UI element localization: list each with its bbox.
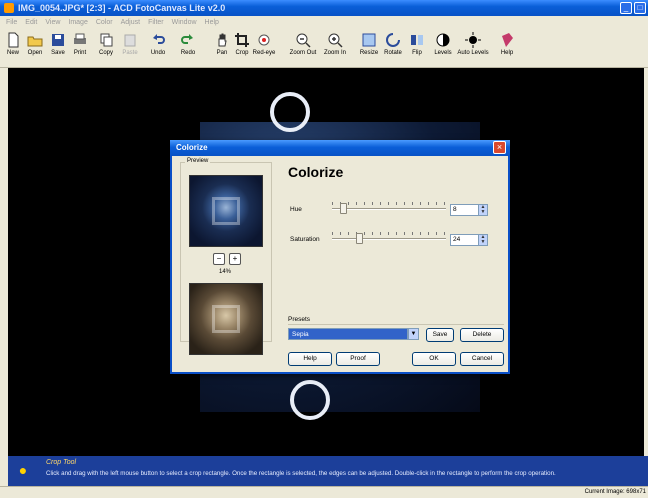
presets-label: Presets — [288, 316, 311, 323]
colorize-dialog: Colorize × Preview − + 14% Colorize Hue … — [170, 140, 510, 374]
resize-button[interactable]: Resize — [358, 32, 380, 56]
redo-button[interactable]: Redo — [178, 32, 198, 56]
hue-spinbox[interactable]: 8 ▲ ▼ — [450, 204, 488, 216]
photo-ring — [270, 92, 310, 132]
hue-value: 8 — [453, 206, 457, 213]
cancel-button[interactable]: Cancel — [460, 352, 504, 366]
levels-icon — [436, 33, 450, 47]
help-toolbar-button[interactable]: Help — [498, 32, 516, 56]
copy-button[interactable]: Copy — [96, 32, 116, 56]
hand-icon — [218, 33, 227, 47]
zoom-out-preview-icon[interactable]: − — [213, 253, 225, 265]
preview-result — [189, 283, 263, 355]
title-bar: IMG_0054.JPG* [2:3] - ACD FotoCanvas Lit… — [0, 0, 648, 16]
rotate-icon — [386, 33, 400, 47]
preview-label: Preview — [185, 158, 211, 164]
hue-slider[interactable] — [332, 202, 446, 216]
tool-hint-bar: ● Crop Tool Click and drag with the left… — [8, 456, 648, 486]
preview-original — [189, 175, 263, 247]
menu-color[interactable]: Color — [96, 19, 113, 26]
saturation-slider[interactable] — [332, 232, 446, 246]
print-button[interactable]: Print — [70, 32, 90, 56]
rotate-button[interactable]: Rotate — [382, 32, 404, 56]
paste-button[interactable]: Paste — [120, 32, 140, 56]
saturation-spinbox[interactable]: 24 ▲ ▼ — [450, 234, 488, 246]
zoom-out-icon — [296, 33, 311, 48]
floppy-disk-icon — [52, 34, 64, 46]
zoom-in-button[interactable]: Zoom In — [322, 32, 348, 56]
zoom-in-icon — [328, 33, 343, 48]
menu-file[interactable]: File — [6, 19, 17, 26]
menu-adjust[interactable]: Adjust — [121, 19, 140, 26]
spin-arrows-icon[interactable]: ▲ ▼ — [478, 205, 487, 215]
printer-icon — [74, 33, 86, 44]
paste-icon — [124, 34, 136, 47]
menu-edit[interactable]: Edit — [25, 19, 37, 26]
preview-group: Preview − + 14% — [180, 158, 272, 355]
crop-button[interactable]: Crop — [234, 32, 250, 56]
auto-levels-button[interactable]: Auto Levels — [456, 32, 490, 56]
new-file-icon — [8, 32, 19, 48]
red-eye-button[interactable]: Red-eye — [252, 32, 276, 56]
dialog-heading: Colorize — [288, 164, 344, 180]
presets-divider — [288, 324, 504, 325]
menu-filter[interactable]: Filter — [148, 19, 164, 26]
help-button[interactable]: Help — [288, 352, 332, 366]
saturation-label: Saturation — [290, 236, 320, 243]
delete-preset-button[interactable]: Delete — [460, 328, 504, 342]
menu-image[interactable]: Image — [68, 19, 87, 26]
menu-view[interactable]: View — [45, 19, 60, 26]
proof-button[interactable]: Proof — [336, 352, 380, 366]
hue-label: Hue — [290, 206, 302, 213]
open-folder-icon — [27, 36, 43, 47]
zoom-out-button[interactable]: Zoom Out — [288, 32, 318, 56]
status-bar: Current Image: 698x71 — [0, 486, 648, 498]
maximize-button[interactable]: □ — [634, 2, 646, 14]
spin-arrows-icon[interactable]: ▲ ▼ — [478, 235, 487, 245]
close-icon[interactable]: × — [493, 141, 506, 154]
flip-icon — [411, 35, 423, 45]
pan-button[interactable]: Pan — [214, 32, 230, 56]
dialog-title: Colorize — [170, 140, 510, 156]
menu-help[interactable]: Help — [205, 19, 219, 26]
flip-button[interactable]: Flip — [408, 32, 426, 56]
save-button[interactable]: Save — [48, 32, 68, 56]
info-icon: ● — [18, 462, 28, 478]
menu-bar: File Edit View Image Color Adjust Filter… — [0, 16, 648, 28]
zoom-in-preview-icon[interactable]: + — [229, 253, 241, 265]
new-button[interactable]: New — [4, 32, 22, 56]
red-eye-icon — [258, 34, 270, 46]
current-image-status: Current Image: 698x71 — [584, 489, 646, 495]
app-icon — [4, 3, 14, 13]
resize-icon — [362, 33, 376, 47]
save-preset-button[interactable]: Save — [426, 328, 454, 342]
presets-dropdown[interactable]: Sepia — [288, 328, 408, 340]
saturation-value: 24 — [453, 236, 461, 243]
photo-ring — [290, 380, 330, 420]
undo-button[interactable]: Undo — [148, 32, 168, 56]
help-icon — [502, 33, 513, 47]
ok-button[interactable]: OK — [412, 352, 456, 366]
hint-text: Click and drag with the left mouse butto… — [46, 470, 556, 477]
hint-title: Crop Tool — [46, 459, 77, 466]
window-title: IMG_0054.JPG* [2:3] - ACD FotoCanvas Lit… — [18, 3, 226, 13]
hue-slider-thumb[interactable] — [340, 203, 347, 214]
crop-icon — [235, 33, 249, 47]
levels-button[interactable]: Levels — [432, 32, 454, 56]
undo-arrow-icon — [153, 34, 165, 44]
minimize-button[interactable]: _ — [620, 2, 632, 14]
chevron-down-icon[interactable]: ▼ — [408, 328, 419, 340]
copy-icon — [100, 33, 113, 47]
preview-zoom-percent: 14% — [219, 269, 232, 275]
open-button[interactable]: Open — [24, 32, 46, 56]
auto-levels-icon — [465, 32, 481, 48]
redo-arrow-icon — [181, 34, 193, 44]
menu-window[interactable]: Window — [172, 19, 197, 26]
saturation-slider-thumb[interactable] — [356, 233, 363, 244]
toolbar: New Open Save Print Copy Paste Undo Redo… — [0, 28, 648, 68]
